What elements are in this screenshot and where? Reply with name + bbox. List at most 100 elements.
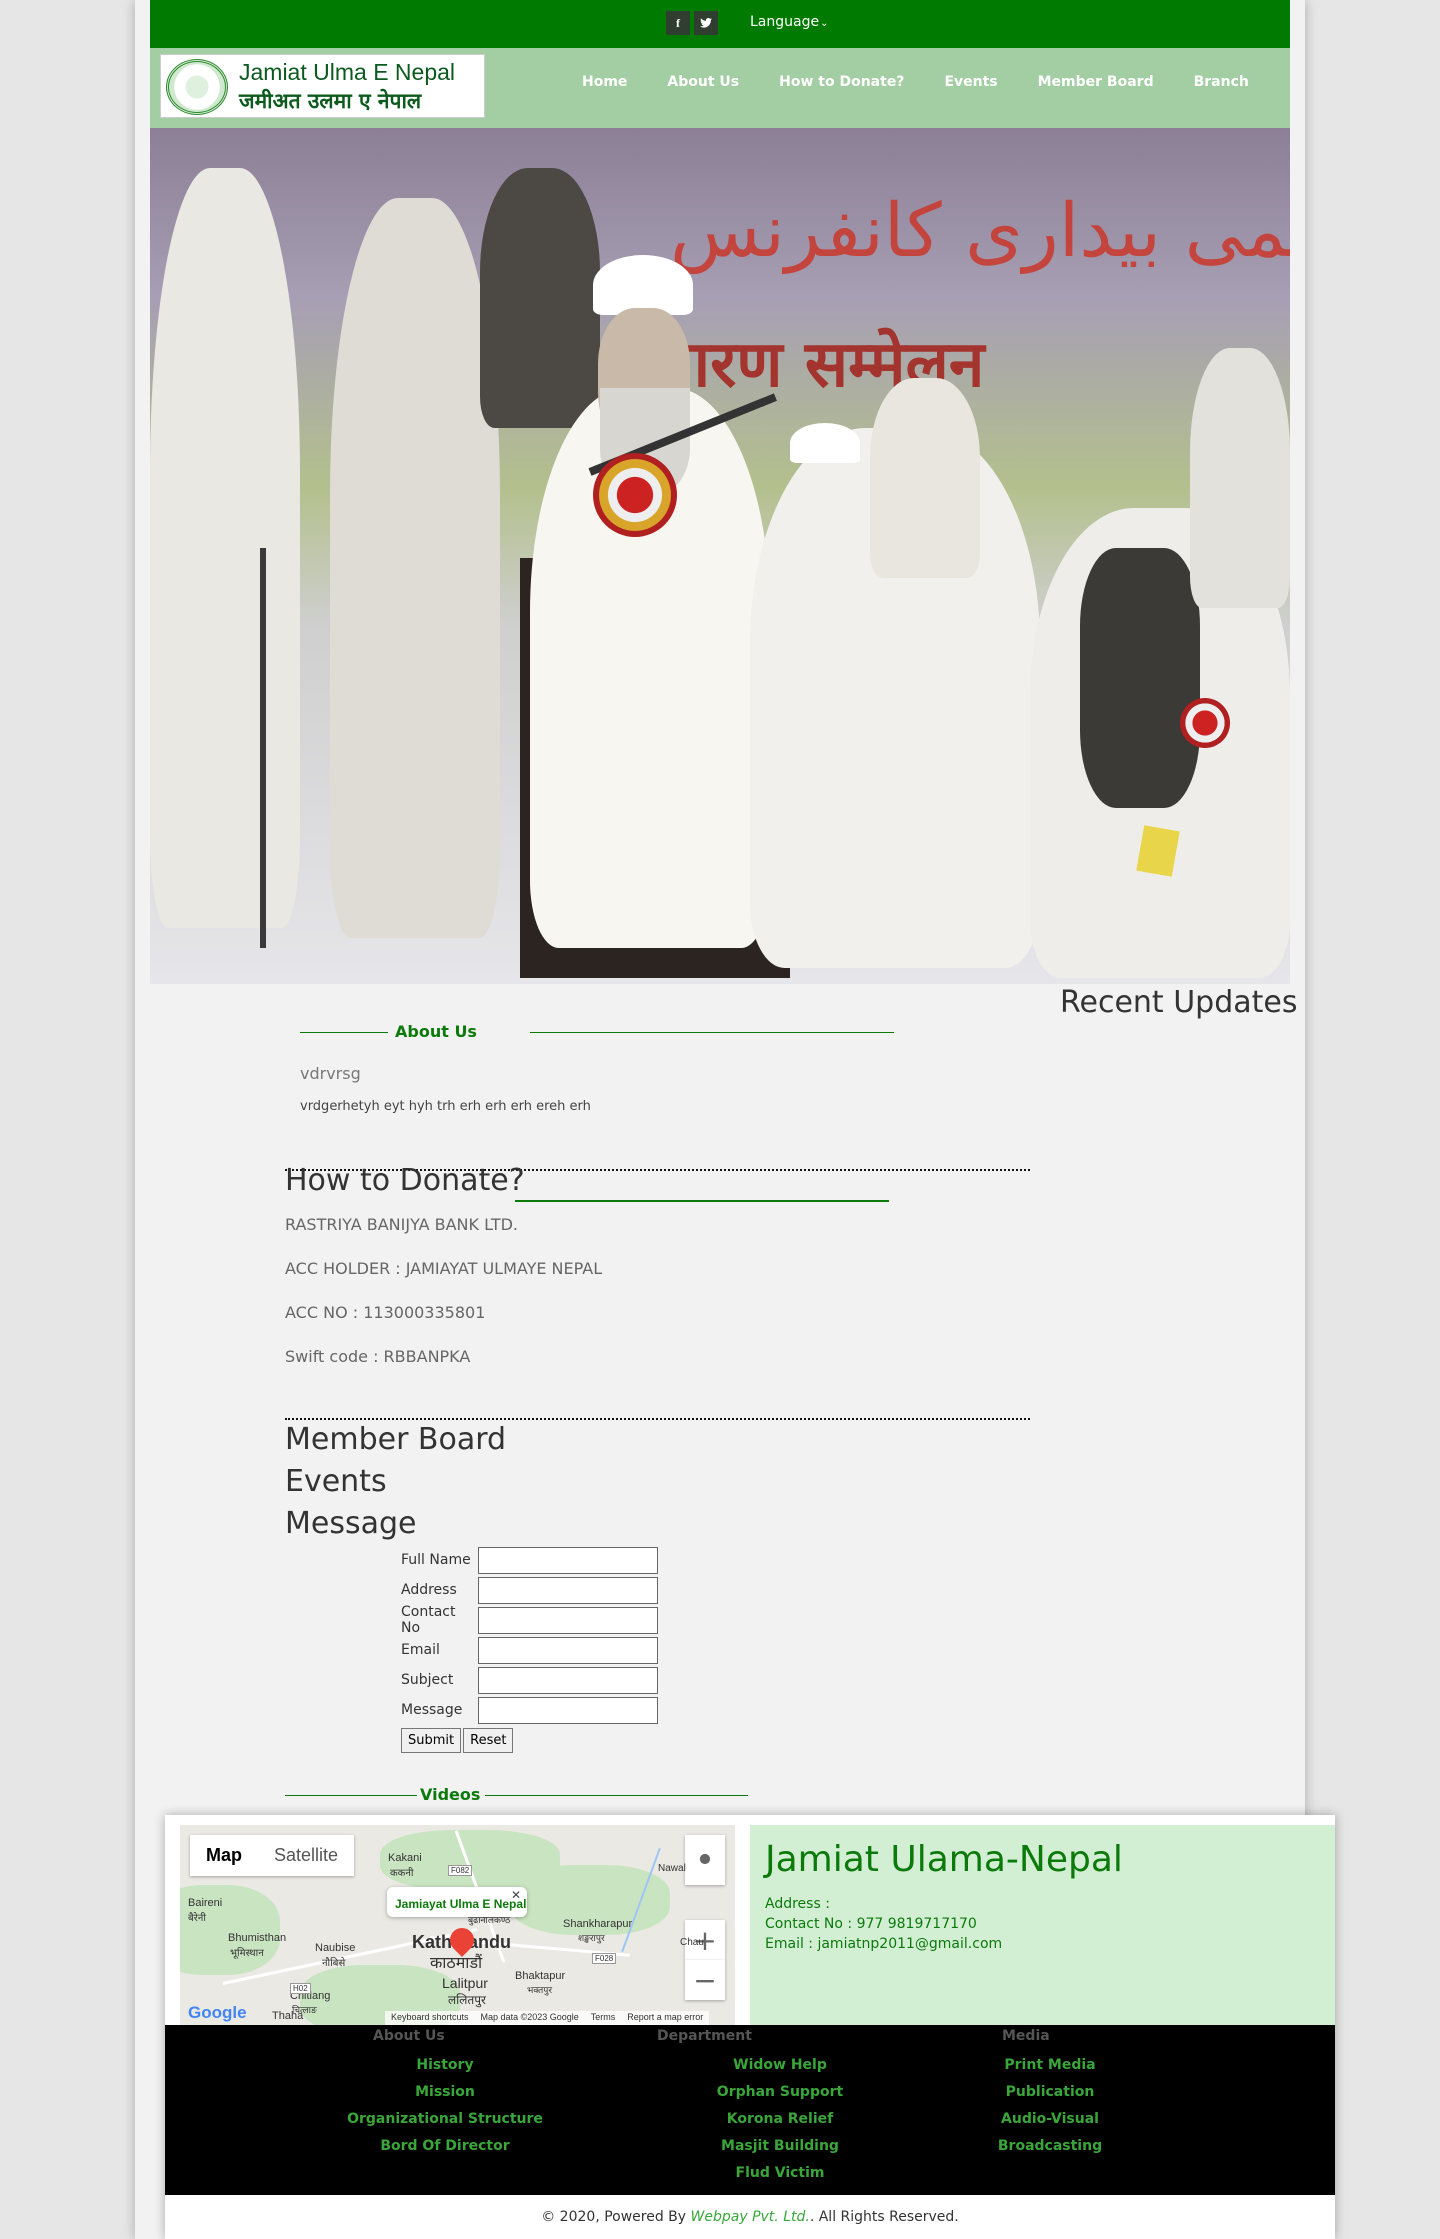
footer-link-publication[interactable]: Publication (945, 2079, 1155, 2106)
map-label-bhaktapur: Bhaktapur (515, 1970, 566, 1982)
zoom-out-button[interactable]: − (685, 1960, 725, 2000)
contact-org-name: Jamiat Ulama-Nepal (765, 1839, 1123, 1880)
nav-how-to-donate[interactable]: How to Donate? (779, 74, 904, 90)
donate-bank-name: RASTRIYA BANIJYA BANK LTD. (285, 1215, 518, 1234)
footer-column-department: Department Widow Help Orphan Support Kor… (620, 2025, 940, 2187)
footer-link-organizational-structure[interactable]: Organizational Structure (265, 2106, 625, 2133)
message-form: Full Name Address Contact No Email Subje… (401, 1545, 658, 1753)
hero-figure (150, 168, 300, 928)
divider-line (485, 1795, 748, 1796)
logo-text-english: Jamiat Ulma E Nepal (239, 59, 456, 85)
recent-updates-heading: Recent Updates (1060, 985, 1298, 1020)
footer-link-board-of-director[interactable]: Bord Of Director (265, 2133, 625, 2160)
language-label: Language (750, 14, 820, 30)
message-label: Message (401, 1702, 463, 1718)
map-terms-link[interactable]: Terms (591, 2012, 616, 2024)
hero-figure (480, 168, 600, 428)
email-field[interactable] (478, 1636, 658, 1664)
map-keyboard-shortcuts-link[interactable]: Keyboard shortcuts (391, 2012, 469, 2024)
subject-field[interactable] (478, 1666, 658, 1694)
contact-no-label: Contact No (401, 1604, 456, 1636)
map-marker-label: Jamiayat Ulma E Nepal (395, 1897, 527, 1911)
about-body-text: vrdgerhetyh eyt hyh trh erh erh erh ereh… (300, 1099, 591, 1114)
about-heading: About Us (395, 1022, 477, 1041)
map-report-error-link[interactable]: Report a map error (627, 2012, 703, 2024)
map-label-shankharapur-np: शङ्खरापुर (578, 1933, 605, 1943)
donate-swift-code: Swift code : RBBANPKA (285, 1347, 471, 1366)
contact-no-field[interactable] (478, 1606, 658, 1634)
contact-address: Address : (765, 1896, 830, 1912)
twitter-icon[interactable] (694, 11, 718, 35)
map-info-window[interactable]: Jamiayat Ulma E Nepal ✕ (387, 1887, 527, 1917)
map-data-attribution: Map data ©2023 Google (480, 2012, 579, 2022)
footer-link-widow-help[interactable]: Widow Help (620, 2052, 940, 2079)
map-label-lalitpur: Lalitpur (442, 1975, 488, 1991)
contact-phone: Contact No : 977 9819717170 (765, 1916, 977, 1932)
site-logo[interactable]: Jamiat Ulma E Nepal जमीअत उलमा ए नेपाल (160, 54, 485, 118)
map-label-kathmandu-np: काठमाडौं (430, 1955, 483, 1972)
footer-heading-department: Department (657, 2028, 752, 2044)
hero-badge-icon (593, 453, 677, 537)
map-label-lalitpur-np: ललितपुर (448, 1993, 486, 2007)
social-links: f (666, 11, 718, 35)
footer-link-broadcasting[interactable]: Broadcasting (945, 2133, 1155, 2160)
email-label: Email (401, 1642, 440, 1658)
divider-line (285, 1795, 417, 1796)
nav-member-board[interactable]: Member Board (1038, 74, 1154, 90)
language-dropdown[interactable]: Language⌄ (750, 14, 828, 30)
member-board-heading: Member Board (285, 1422, 507, 1457)
map-label-chau: Chau (680, 1937, 704, 1948)
message-heading: Message (285, 1506, 417, 1541)
footer-link-mission[interactable]: Mission (265, 2079, 625, 2106)
main-navbar: Jamiat Ulma E Nepal जमीअत उलमा ए नेपाल H… (150, 48, 1290, 128)
hero-figure (1190, 348, 1290, 608)
map-type-satellite-button[interactable]: Satellite (258, 1835, 354, 1876)
nav-about-us[interactable]: About Us (667, 74, 739, 90)
full-name-label: Full Name (401, 1552, 471, 1568)
address-field[interactable] (478, 1576, 658, 1604)
contact-info-panel: Jamiat Ulama-Nepal Address : Contact No … (750, 1825, 1335, 2025)
map-label-thaha: Thaha (272, 2010, 304, 2022)
map-label-baireni: Baireni (188, 1897, 223, 1909)
full-name-field[interactable] (478, 1546, 658, 1574)
map-label-bhaktapur-np: भक्तपुर (527, 1985, 553, 1995)
donate-heading: How to Donate? (285, 1163, 525, 1198)
copyright-bar: © 2020, Powered By Webpay Pvt. Ltd.. All… (165, 2195, 1335, 2239)
copyright-prefix: © 2020, Powered By (541, 2209, 691, 2225)
google-map[interactable]: Map Satellite ⚫ + − Kakani ककनी F082 Bai… (180, 1825, 735, 2025)
submit-button[interactable]: Submit (401, 1728, 462, 1753)
nav-home[interactable]: Home (582, 74, 627, 90)
footer-link-history[interactable]: History (265, 2052, 625, 2079)
footer-link-orphan-support[interactable]: Orphan Support (620, 2079, 940, 2106)
footer: Map Satellite ⚫ + − Kakani ककनी F082 Bai… (165, 1815, 1335, 2239)
nav-branch[interactable]: Branch (1194, 74, 1249, 90)
footer-link-korona-relief[interactable]: Korona Relief (620, 2106, 940, 2133)
facebook-icon[interactable]: f (666, 11, 690, 35)
logo-text-nepali: जमीअत उलमा ए नेपाल (239, 89, 422, 113)
map-road-shield: F028 (592, 1953, 617, 1964)
logo-emblem-icon (166, 59, 228, 115)
divider-line (530, 1032, 894, 1033)
footer-link-print-media[interactable]: Print Media (945, 2052, 1155, 2079)
footer-link-flud-victim[interactable]: Flud Victim (620, 2160, 940, 2187)
about-subtitle: vdrvrsg (300, 1064, 361, 1083)
map-label-nawalpur: Nawal (658, 1863, 686, 1874)
divider-line (515, 1200, 889, 1202)
reset-button[interactable]: Reset (463, 1728, 514, 1753)
map-label-bhumisthan: Bhumisthan (228, 1932, 287, 1944)
hero-mic-stand (260, 548, 266, 948)
contact-email: Email : jamiatnp2011@gmail.com (765, 1936, 1003, 1952)
donate-account-number: ACC NO : 113000335801 (285, 1303, 486, 1322)
google-logo[interactable]: Google (188, 2003, 247, 2023)
footer-link-masjit-building[interactable]: Masjit Building (620, 2133, 940, 2160)
street-view-pegman-icon[interactable]: ⚫ (685, 1835, 725, 1885)
map-type-map-button[interactable]: Map (190, 1835, 258, 1876)
message-field[interactable] (478, 1696, 658, 1724)
hero-image: آل نیپال تعلیمی بیداری کانفرنس जागरण सम्… (150, 128, 1290, 984)
map-label-baireni-np: बैरेनी (188, 1913, 206, 1924)
powered-by-link[interactable]: Webpay Pvt. Ltd. (691, 2209, 810, 2225)
close-icon[interactable]: ✕ (511, 1888, 521, 1902)
top-bar: f Language⌄ (150, 0, 1290, 48)
nav-events[interactable]: Events (944, 74, 997, 90)
footer-link-audio-visual[interactable]: Audio-Visual (945, 2106, 1155, 2133)
